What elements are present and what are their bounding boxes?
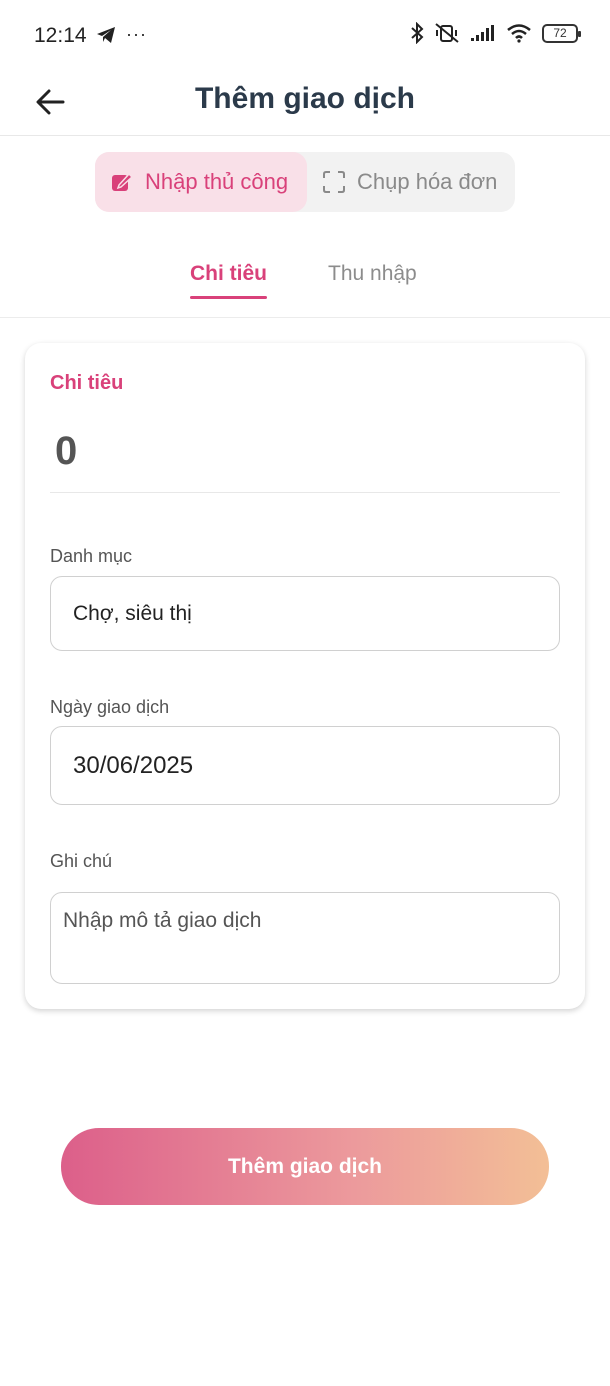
- amount-input[interactable]: 0: [55, 429, 77, 474]
- transaction-form-card: Chi tiêu 0 Danh mục Chợ, siêu thị Ngày g…: [25, 343, 585, 1009]
- battery-icon: 72: [542, 23, 581, 43]
- tab-expense[interactable]: Chi tiêu: [190, 262, 267, 299]
- date-field[interactable]: 30/06/2025: [50, 726, 560, 805]
- scan-receipt-option[interactable]: Chụp hóa đơn: [307, 152, 515, 212]
- add-transaction-button[interactable]: Thêm giao dịch: [61, 1128, 549, 1205]
- section-title: Chi tiêu: [50, 372, 124, 394]
- bluetooth-icon: [411, 22, 424, 44]
- date-value: 30/06/2025: [73, 751, 194, 779]
- status-left-icons: ···: [96, 24, 147, 45]
- tab-income[interactable]: Thu nhập: [328, 262, 417, 286]
- telegram-icon: [97, 26, 115, 43]
- note-label: Ghi chú: [50, 851, 113, 871]
- vibrate-mute-icon: [435, 23, 459, 43]
- date-label: Ngày giao dịch: [50, 697, 170, 717]
- category-select[interactable]: Chợ, siêu thị: [50, 576, 560, 651]
- status-right-icons: 72: [410, 22, 581, 44]
- signal-icon: [471, 25, 494, 41]
- manual-entry-label: Nhập thủ công: [145, 169, 289, 194]
- status-time: 12:14: [34, 24, 87, 47]
- more-notifications-icon: ···: [126, 24, 147, 44]
- add-transaction-label: Thêm giao dịch: [227, 1154, 382, 1178]
- manual-entry-option[interactable]: Nhập thủ công: [95, 152, 307, 212]
- wifi-icon: [507, 24, 531, 43]
- amount-divider: [50, 492, 560, 493]
- category-label: Danh mục: [50, 546, 133, 566]
- note-placeholder: Nhập mô tả giao dịch: [63, 909, 262, 932]
- battery-level: 72: [553, 26, 567, 40]
- scan-receipt-label: Chụp hóa đơn: [357, 169, 498, 194]
- page-title: Thêm giao dịch: [194, 82, 416, 115]
- category-value: Chợ, siêu thị: [73, 601, 192, 625]
- status-bar: 12:14 ··· 72: [0, 0, 610, 70]
- note-textarea[interactable]: Nhập mô tả giao dịch: [50, 892, 560, 984]
- transaction-type-tabs: Chi tiêu Thu nhập: [0, 240, 610, 318]
- scan-icon: [323, 171, 345, 193]
- input-mode-switch: Nhập thủ công Chụp hóa đơn: [95, 152, 515, 212]
- edit-icon: [112, 172, 133, 191]
- app-header: Thêm giao dịch: [0, 70, 610, 136]
